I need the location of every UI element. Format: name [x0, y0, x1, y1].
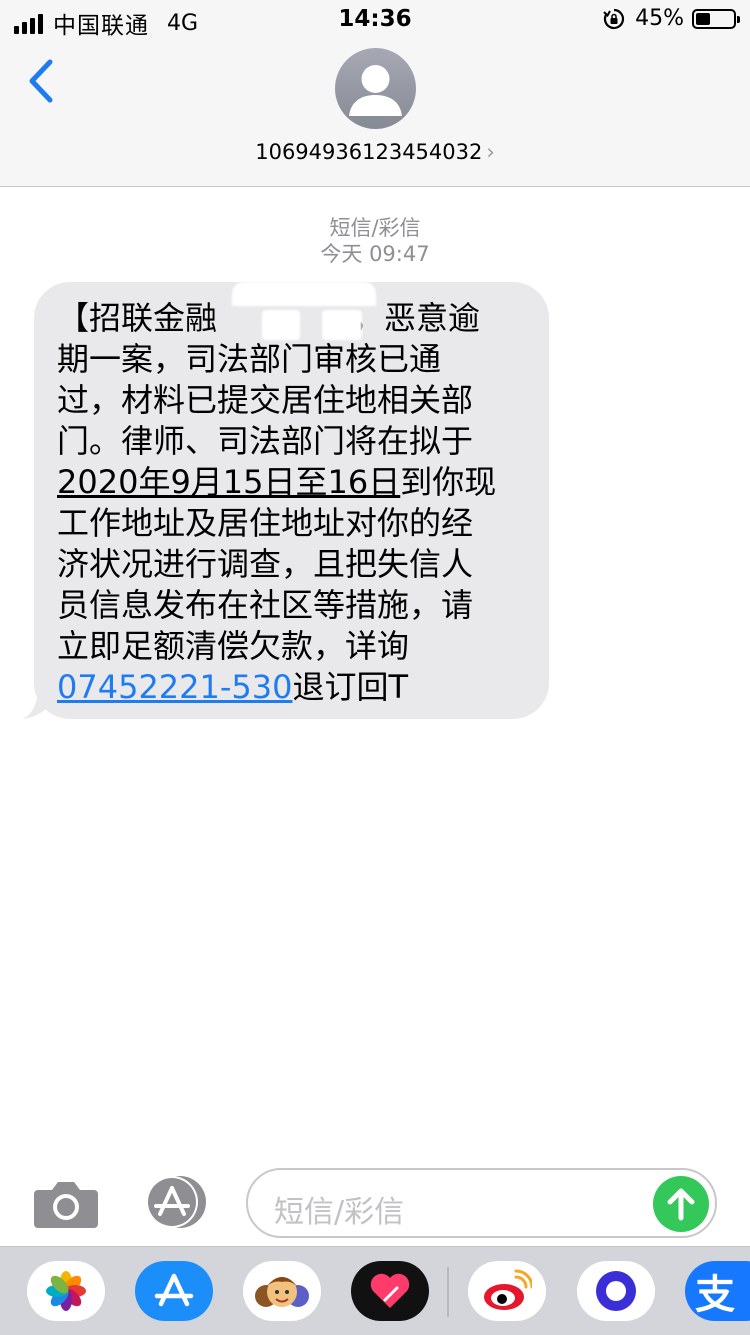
battery-percentage: 45% [635, 6, 684, 31]
battery-icon [692, 8, 740, 29]
ring-icon [596, 1271, 636, 1311]
imessage-app-drawer: 支 [0, 1246, 750, 1335]
heart-icon [370, 1273, 410, 1308]
status-bar: 中国联通 4G 14:36 45% [0, 0, 750, 40]
redaction-mark [262, 310, 300, 340]
message-line: 工作地址及居住地址对你的经 [57, 504, 474, 542]
message-line: 立即足额清偿欠款，详询 [57, 627, 410, 665]
phone-number-link[interactable]: 07452221-530 [57, 668, 293, 706]
photos-flower-icon [46, 1271, 86, 1311]
message-line: 门。律师、司法部门将在拟于 [57, 422, 474, 460]
app-strip-divider [447, 1267, 449, 1317]
weibo-eye-icon [484, 1269, 532, 1310]
camera-icon[interactable] [34, 1178, 98, 1228]
app-store-app-icon[interactable] [135, 1261, 213, 1321]
alipay-glyph: 支 [695, 1272, 735, 1318]
battery-level-fill [696, 12, 710, 25]
message-line: 济状况进行调查，且把失信人 [57, 545, 474, 583]
contact-number: 10694936123454032 [255, 140, 483, 164]
message-line: 期一案，司法部门审核已通 [57, 340, 442, 378]
app-store-glyph-icon [154, 1273, 194, 1307]
message-input-placeholder: 短信/彩信 [274, 1195, 405, 1230]
message-line: 员信息发布在社区等措施，请 [57, 586, 474, 624]
memoji-app-icon[interactable] [243, 1261, 321, 1321]
redaction-mark [322, 310, 362, 340]
chevron-right-icon: › [486, 140, 495, 164]
message-line: 到你现 [400, 463, 497, 501]
weibo-app-icon[interactable] [468, 1261, 546, 1321]
message-line: 【招联金融 [57, 299, 218, 337]
contact-name-row[interactable]: 10694936123454032 › [0, 140, 750, 164]
message-timestamp: 今天 09:47 [320, 242, 430, 266]
digital-touch-app-icon[interactable] [351, 1261, 429, 1321]
incoming-message-bubble[interactable]: 【招联金融 ，恶意逾 期一案，司法部门审核已通 过，材料已提交居住地相关部 门。律… [34, 282, 549, 719]
person-icon [349, 65, 402, 116]
message-line: 退订回T [292, 668, 409, 706]
app-store-icon[interactable] [140, 1176, 212, 1228]
blue-circle-app-icon[interactable] [577, 1261, 655, 1321]
alipay-app-icon[interactable]: 支 [685, 1261, 750, 1321]
message-line: 过，材料已提交居住地相关部 [57, 381, 474, 419]
rotation-lock-icon [603, 8, 625, 29]
arrow-up-icon [667, 1188, 695, 1221]
photos-app-icon[interactable] [27, 1261, 105, 1321]
message-body: 【招联金融 ，恶意逾 期一案，司法部门审核已通 过，材料已提交居住地相关部 门。律… [57, 298, 529, 708]
memoji-faces-icon [255, 1277, 309, 1307]
message-input[interactable]: 短信/彩信 [246, 1168, 717, 1238]
chevron-left-icon[interactable] [22, 56, 62, 106]
date-detection-underline[interactable]: 2020年9月15日至16日 [57, 463, 400, 501]
contact-avatar[interactable] [335, 48, 416, 129]
redaction-mark [232, 282, 376, 306]
send-button[interactable] [653, 1176, 709, 1232]
